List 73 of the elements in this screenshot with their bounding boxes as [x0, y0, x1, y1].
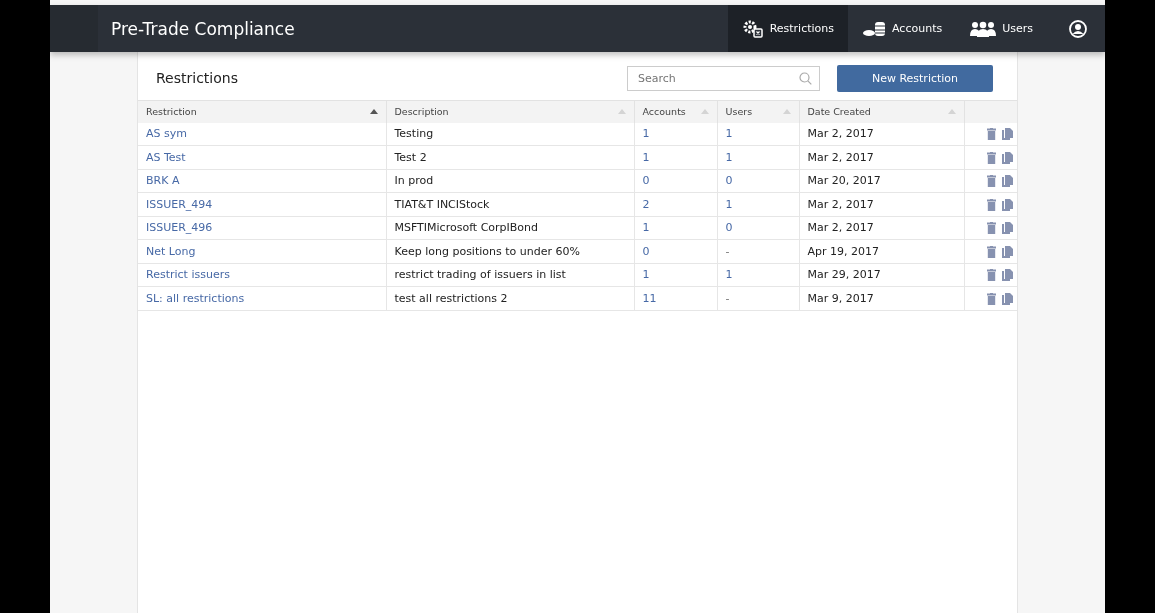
coins-icon: [862, 19, 887, 38]
delete-icon[interactable]: [987, 151, 996, 164]
page-title: Restrictions: [156, 70, 239, 86]
copy-icon[interactable]: [1002, 245, 1013, 258]
copy-icon[interactable]: [1002, 269, 1013, 282]
delete-icon[interactable]: [987, 128, 996, 141]
new-restriction-button[interactable]: New Restriction: [837, 64, 993, 92]
accounts-count-link[interactable]: 1: [642, 268, 650, 282]
gear-icon: [741, 18, 764, 39]
restriction-link[interactable]: BRK A: [146, 174, 180, 188]
table-cell: Mar 2, 2017: [807, 221, 874, 235]
delete-icon[interactable]: [987, 269, 996, 282]
restriction-link[interactable]: SL: all restrictions: [146, 291, 245, 305]
column-header[interactable]: Description: [386, 100, 634, 123]
restriction-link[interactable]: ISSUER_494: [146, 197, 213, 211]
delete-icon[interactable]: [987, 292, 996, 305]
nav-tab[interactable]: Restrictions: [727, 5, 849, 52]
nav-tab[interactable]: Users: [956, 5, 1047, 52]
search-icon: [799, 71, 812, 85]
copy-icon[interactable]: [1002, 151, 1013, 164]
accounts-count-link[interactable]: 1: [642, 150, 650, 164]
users-count-link[interactable]: 0: [725, 221, 733, 235]
accounts-count-link[interactable]: 1: [642, 221, 650, 235]
copy-icon[interactable]: [1002, 175, 1013, 188]
users-count-link[interactable]: 1: [725, 150, 733, 164]
restriction-link[interactable]: Restrict issuers: [146, 268, 230, 282]
table-cell: -: [725, 244, 730, 258]
copy-icon[interactable]: [1002, 292, 1013, 305]
table-cell: Mar 29, 2017: [807, 268, 881, 282]
table-cell: In prod: [394, 174, 434, 188]
users-count-link[interactable]: 1: [725, 268, 733, 282]
copy-icon[interactable]: [1002, 128, 1013, 141]
accounts-count-link[interactable]: 0: [642, 174, 650, 188]
table-cell: Mar 2, 2017: [807, 197, 874, 211]
table-cell: Mar 20, 2017: [807, 174, 881, 188]
column-header[interactable]: Accounts: [634, 100, 717, 123]
accounts-count-link[interactable]: 1: [642, 127, 650, 141]
table-cell: TIAT&T INCIStock: [394, 197, 490, 211]
user-profile-icon[interactable]: [1069, 19, 1087, 38]
users-icon: [970, 20, 997, 37]
delete-icon[interactable]: [987, 198, 996, 211]
table-cell: Mar 9, 2017: [807, 291, 874, 305]
table-cell: Mar 2, 2017: [807, 150, 874, 164]
app-title: Pre-Trade Compliance: [111, 18, 296, 39]
table-cell: Test 2: [394, 150, 427, 164]
restriction-link[interactable]: AS sym: [146, 127, 187, 141]
table-cell: -: [725, 291, 730, 305]
accounts-count-link[interactable]: 2: [642, 197, 650, 211]
column-header[interactable]: Restriction: [138, 100, 386, 123]
table-cell: Apr 19, 2017: [807, 244, 879, 258]
accounts-count-link[interactable]: 0: [642, 244, 650, 258]
users-count-link[interactable]: 0: [725, 174, 733, 188]
table-cell: Keep long positions to under 60%: [394, 244, 580, 258]
search-field[interactable]: Search: [627, 65, 820, 91]
restriction-link[interactable]: Net Long: [146, 244, 196, 258]
column-header[interactable]: Users: [717, 100, 799, 123]
delete-icon[interactable]: [987, 222, 996, 235]
delete-icon[interactable]: [987, 175, 996, 188]
restriction-link[interactable]: ISSUER_496: [146, 221, 213, 235]
table-cell: test all restrictions 2: [394, 291, 508, 305]
copy-icon[interactable]: [1002, 222, 1013, 235]
nav-tab[interactable]: Accounts: [848, 5, 957, 52]
table-cell: restrict trading of issuers in list: [394, 268, 566, 282]
users-count-link[interactable]: 1: [725, 197, 733, 211]
table-cell: Mar 2, 2017: [807, 127, 874, 141]
table-cell: MSFTIMicrosoft CorpIBond: [394, 221, 538, 235]
column-header[interactable]: Date Created: [799, 100, 964, 123]
copy-icon[interactable]: [1002, 198, 1013, 211]
users-count-link[interactable]: 1: [725, 127, 733, 141]
accounts-count-link[interactable]: 11: [642, 291, 657, 305]
delete-icon[interactable]: [987, 245, 996, 258]
table-cell: Testing: [394, 127, 434, 141]
restriction-link[interactable]: AS Test: [146, 150, 186, 164]
